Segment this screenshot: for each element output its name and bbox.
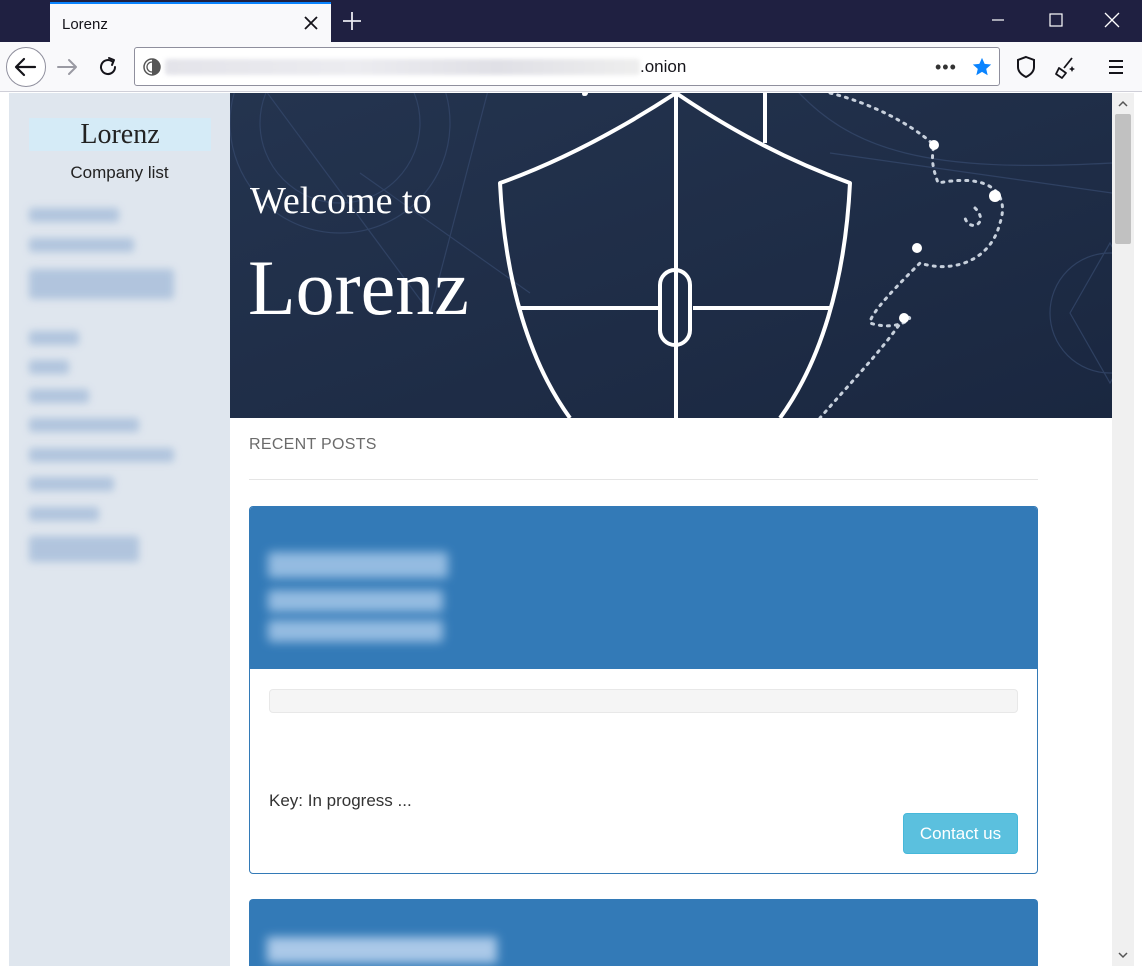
hero-banner: Welcome to Lorenz (230, 93, 1112, 418)
plus-icon[interactable] (340, 9, 364, 33)
sidebar-item-redacted[interactable] (29, 418, 139, 432)
arrow-left-icon (14, 57, 37, 77)
scroll-thumb[interactable] (1115, 114, 1131, 244)
scroll-down-arrow-icon[interactable] (1117, 949, 1129, 961)
window-close-icon[interactable] (1102, 10, 1122, 30)
tab-title: Lorenz (62, 16, 108, 33)
onion-icon (143, 58, 161, 76)
contact-us-button[interactable]: Contact us (903, 813, 1018, 854)
upload-progress-bar (269, 689, 1018, 713)
sidebar-item-redacted[interactable] (29, 238, 134, 252)
post-card (249, 899, 1038, 966)
arrow-right-icon[interactable] (50, 49, 86, 85)
sidebar-item-redacted[interactable] (29, 507, 99, 521)
sidebar-item-redacted[interactable] (29, 389, 89, 403)
close-icon[interactable] (301, 13, 321, 33)
sidebar-item-redacted[interactable] (29, 536, 139, 562)
window-frame-right (1134, 93, 1142, 977)
url-redacted (165, 59, 640, 75)
sidebar-item-redacted[interactable] (29, 477, 114, 491)
browser-tab[interactable]: Lorenz (50, 2, 331, 42)
back-button[interactable] (6, 47, 46, 87)
sidebar-item-redacted[interactable] (29, 448, 174, 462)
maximize-icon[interactable] (1046, 10, 1066, 30)
hamburger-menu-icon[interactable] (1098, 49, 1134, 85)
navigation-toolbar: .onion ••• (0, 42, 1142, 92)
sidebar-item-redacted[interactable] (29, 269, 174, 299)
bookmark-star-icon[interactable] (971, 56, 993, 78)
sidebar-item-redacted[interactable] (29, 331, 79, 345)
page-actions-menu-button[interactable]: ••• (935, 57, 957, 78)
scroll-up-arrow-icon[interactable] (1117, 98, 1129, 110)
company-list-heading: Company list (70, 163, 169, 182)
post-title-redacted (268, 552, 448, 578)
sidebar: Lorenz Company list (9, 93, 230, 966)
hero-welcome-text: Welcome to (250, 180, 432, 222)
reload-icon[interactable] (90, 49, 126, 85)
key-status: Key: In progress ... (269, 791, 412, 810)
recent-posts-heading: RECENT POSTS (249, 436, 377, 453)
page-scrollbar[interactable] (1112, 93, 1134, 966)
new-identity-broom-icon[interactable] (1048, 49, 1084, 85)
post-card: Key: In progress ... Contact us (249, 506, 1038, 874)
url-text: .onion (640, 57, 687, 76)
post-card-header (250, 507, 1037, 669)
minimize-icon[interactable] (988, 10, 1008, 30)
web-page: Lorenz Company list Welcome to Lorenz RE… (9, 93, 1112, 966)
sidebar-brand[interactable]: Lorenz (29, 118, 211, 151)
window-frame-left (0, 93, 9, 966)
sidebar-item-redacted[interactable] (29, 208, 119, 222)
shield-icon[interactable] (1008, 49, 1044, 85)
post-title-redacted (267, 937, 497, 963)
post-meta-redacted (268, 590, 443, 612)
browser-titlebar: Lorenz (0, 0, 1142, 42)
section-divider (249, 479, 1038, 480)
post-meta-redacted (268, 620, 443, 642)
sidebar-item-redacted[interactable] (29, 360, 69, 374)
address-bar[interactable]: .onion ••• (134, 47, 1000, 86)
window-frame-bottom (0, 966, 1142, 977)
hero-title: Lorenz (248, 244, 469, 331)
